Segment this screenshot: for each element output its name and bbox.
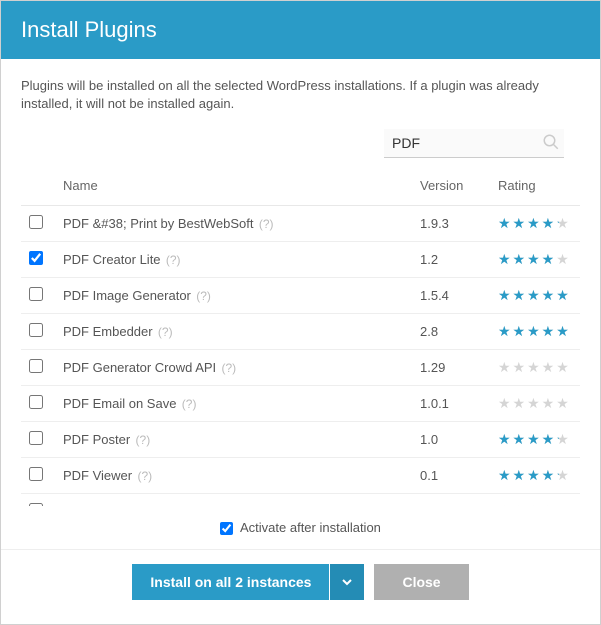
activate-label[interactable]: Activate after installation [220, 520, 381, 535]
plugin-name: PDF Generator Crowd API [63, 360, 216, 375]
row-checkbox[interactable] [29, 287, 43, 301]
plugin-name: PDF Poster [63, 432, 130, 447]
table-row: PDF Embedder (?) 2.8★★★★★★★★★★ [21, 314, 580, 350]
help-icon[interactable]: (?) [163, 253, 181, 267]
row-checkbox[interactable] [29, 323, 43, 337]
plugin-table: Name Version Rating PDF &#38; Print by B… [21, 166, 580, 506]
table-row: PDF &#38; Print by BestWebSoft (?) 1.9.3★… [21, 206, 580, 242]
plugin-version: 1.29 [412, 350, 490, 386]
table-row: PDF Image Generator (?) 1.5.4★★★★★★★★★★ [21, 278, 580, 314]
intro-text: Plugins will be installed on all the sel… [21, 77, 580, 113]
plugin-name: PDF Viewer [63, 468, 132, 483]
table-row: PDF Creator Lite (?) 1.2★★★★★★★★★★ [21, 242, 580, 278]
col-version[interactable]: Version [412, 166, 490, 206]
table-row: PDF Viewer (?) 0.1★★★★★★★★★★ [21, 458, 580, 494]
plugin-rating: ★★★★★★★★★★ [490, 278, 580, 314]
plugin-rating: ★★★★★★★★★★ [490, 386, 580, 422]
col-check [21, 166, 55, 206]
plugin-name: PDF Image Generator [63, 288, 191, 303]
plugin-rating: ★★★★★★★★★★ [490, 314, 580, 350]
help-icon[interactable]: (?) [134, 469, 152, 483]
plugin-name: PDF Embedder [63, 324, 153, 339]
row-checkbox[interactable] [29, 359, 43, 373]
table-row: PDF Poster (?) 1.0★★★★★★★★★★ [21, 422, 580, 458]
row-checkbox[interactable] [29, 431, 43, 445]
col-name[interactable]: Name [55, 166, 412, 206]
plugin-version: 1.5.4 [412, 278, 490, 314]
activate-row: Activate after installation [21, 506, 580, 549]
help-icon[interactable]: (?) [218, 361, 236, 375]
help-icon[interactable]: (?) [132, 433, 150, 447]
help-icon[interactable]: (?) [209, 505, 227, 506]
help-icon[interactable]: (?) [256, 217, 274, 231]
plugin-version: 0.1 [412, 458, 490, 494]
table-row: PDF.js Viewer Shortcode (?) 1.3★★★★★★★★★★ [21, 494, 580, 507]
row-checkbox[interactable] [29, 395, 43, 409]
plugin-version: 1.2 [412, 242, 490, 278]
search-icon [542, 133, 560, 151]
chevron-down-icon [342, 577, 352, 587]
plugin-version: 1.0.1 [412, 386, 490, 422]
dialog: Install Plugins Plugins will be installe… [0, 0, 601, 625]
plugin-list-scroll[interactable]: Name Version Rating PDF &#38; Print by B… [21, 166, 580, 506]
plugin-version: 1.9.3 [412, 206, 490, 242]
plugin-rating: ★★★★★★★★★★ [490, 494, 580, 507]
help-icon[interactable]: (?) [193, 289, 211, 303]
plugin-version: 1.3 [412, 494, 490, 507]
row-checkbox[interactable] [29, 467, 43, 481]
plugin-name: PDF.js Viewer Shortcode [63, 504, 207, 506]
plugin-rating: ★★★★★★★★★★ [490, 422, 580, 458]
plugin-rating: ★★★★★★★★★★ [490, 242, 580, 278]
plugin-rating: ★★★★★★★★★★ [490, 350, 580, 386]
plugin-name: PDF Email on Save [63, 396, 176, 411]
col-rating[interactable]: Rating [490, 166, 580, 206]
table-row: PDF Generator Crowd API (?) 1.29★★★★★★★★★… [21, 350, 580, 386]
plugin-rating: ★★★★★★★★★★ [490, 206, 580, 242]
plugin-rating: ★★★★★★★★★★ [490, 458, 580, 494]
dialog-title: Install Plugins [1, 1, 600, 59]
help-icon[interactable]: (?) [155, 325, 173, 339]
help-icon[interactable]: (?) [178, 397, 196, 411]
close-button[interactable]: Close [374, 564, 468, 600]
table-row: PDF Email on Save (?) 1.0.1★★★★★★★★★★ [21, 386, 580, 422]
search-input[interactable] [384, 129, 564, 158]
dialog-footer: Install on all 2 instances Close [1, 549, 600, 624]
plugin-version: 2.8 [412, 314, 490, 350]
row-checkbox[interactable] [29, 215, 43, 229]
plugin-name: PDF Creator Lite [63, 252, 161, 267]
install-button[interactable]: Install on all 2 instances [132, 564, 329, 600]
row-checkbox[interactable] [29, 503, 43, 506]
plugin-name: PDF &#38; Print by BestWebSoft [63, 216, 254, 231]
row-checkbox[interactable] [29, 251, 43, 265]
activate-checkbox[interactable] [220, 522, 233, 535]
install-dropdown-button[interactable] [330, 564, 364, 600]
plugin-version: 1.0 [412, 422, 490, 458]
